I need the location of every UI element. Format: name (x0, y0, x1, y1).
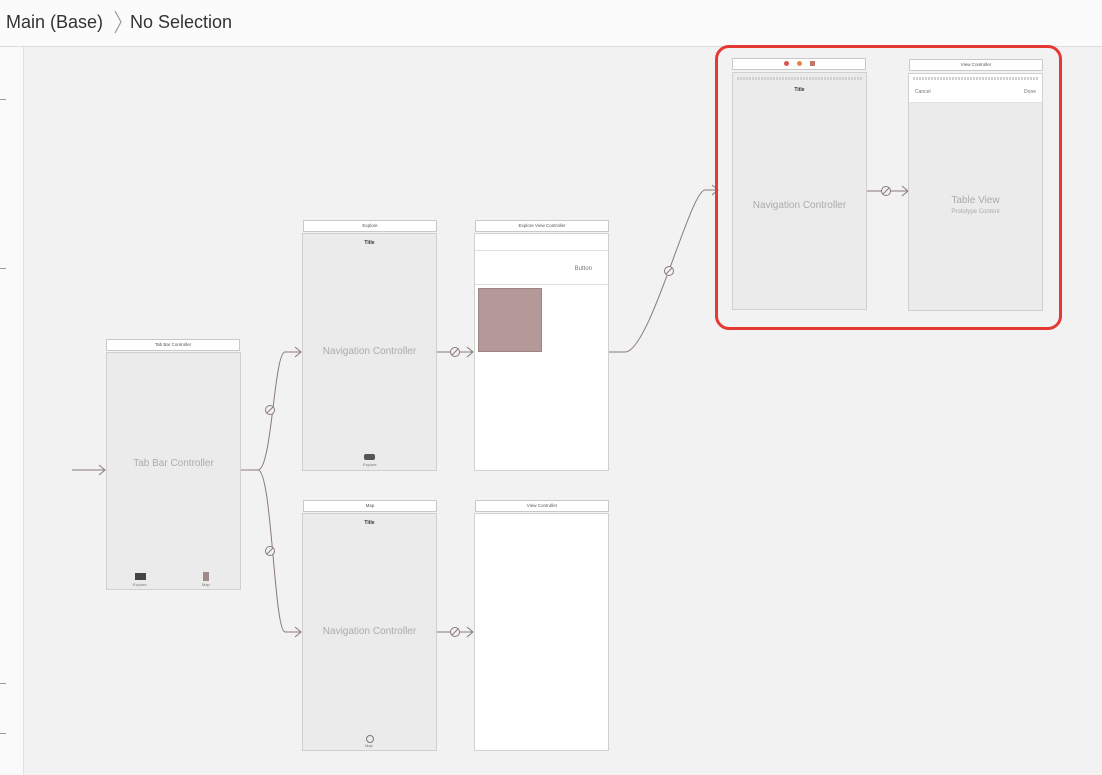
scene-header-explore-vc[interactable]: Explore View Controller (475, 220, 609, 232)
annotation-highlight-box (715, 45, 1062, 330)
explore-tab-icon (135, 573, 146, 580)
button[interactable]: Button (575, 266, 592, 272)
scene-label: Navigation Controller (322, 346, 417, 357)
scene-header-explore[interactable]: Explore (303, 220, 437, 232)
nav-bar-title: Title (364, 240, 375, 246)
scene-header-tab-bar[interactable]: Tab Bar Controller (106, 339, 240, 351)
nav-bar-title: Title (364, 520, 375, 526)
image-view[interactable] (478, 288, 542, 352)
scene-label: Navigation Controller (322, 626, 417, 637)
explore-tab-icon (364, 454, 375, 460)
scene-header-map[interactable]: Map (303, 500, 437, 512)
scene-header-map-vc[interactable]: View Controller (475, 500, 609, 512)
navigation-controller-explore-scene[interactable]: Title Navigation Controller Explore (302, 233, 437, 471)
tab-item-map[interactable]: Map (202, 582, 210, 587)
explore-view-controller-scene[interactable]: Button (474, 233, 609, 471)
relationship-segue-map (257, 469, 301, 633)
divider (475, 284, 608, 285)
present-modally-segue (607, 189, 718, 353)
map-view-controller-scene[interactable] (474, 513, 609, 751)
map-pin-icon (366, 735, 374, 743)
nav-bar-divider (475, 250, 608, 251)
tab-item-label: Explore (363, 462, 377, 467)
navigation-controller-map-scene[interactable]: Title Navigation Controller Map (302, 513, 437, 751)
tab-bar-controller-scene[interactable]: Tab Bar Controller Explore Map (106, 352, 241, 590)
tab-item-label: Map (365, 743, 373, 748)
map-tab-icon (203, 572, 209, 581)
scene-label: Tab Bar Controller (133, 458, 214, 469)
tab-item-explore[interactable]: Explore (133, 582, 147, 587)
